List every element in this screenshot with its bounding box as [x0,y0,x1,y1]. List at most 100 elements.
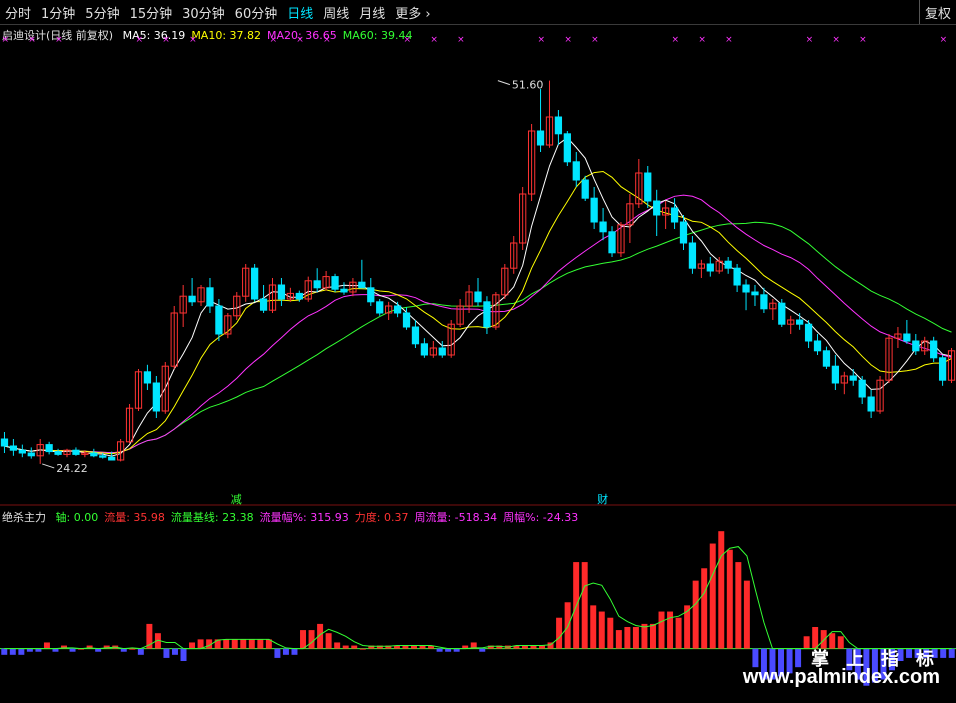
candle-body [27,452,35,457]
flow-bar [948,648,955,658]
candle-body [858,379,866,398]
tab-3[interactable]: 15分钟 [125,3,178,22]
signal-mark: × [457,35,465,45]
flow-bar [632,627,639,649]
flow-bar [675,617,682,649]
candle-body [367,287,375,303]
signal-mark: × [270,35,278,45]
flow-bar [752,648,759,668]
tab-5[interactable]: 60分钟 [230,3,283,22]
signal-mark: × [323,35,331,45]
annotation-arrow [497,80,511,86]
candle-body [599,221,607,233]
candle-body [90,452,98,457]
candle-body [831,365,840,384]
candle-body [393,305,402,314]
candle-body [9,445,18,451]
candle-body [670,207,679,223]
tab-7[interactable]: 周线 [318,3,354,22]
kline-chart[interactable]: 51.60 24.22 减 财 × × × × × × × × × × × × × × × × × × × × × × [0,25,956,703]
candle-body [822,350,831,367]
watermark-url: www.palmindex.com [742,666,940,688]
candle-body [402,312,411,328]
flow-bar [743,580,750,649]
annotation-arrow [42,463,55,469]
candle-body [331,276,339,290]
signal-mark: × [162,35,170,45]
signal-mark: × [135,35,143,45]
ma10-line [4,170,952,455]
tab-8[interactable]: 月线 [354,3,390,22]
candle-body [188,295,196,303]
candle-body [54,451,62,455]
flow-bar [334,642,341,649]
signal-mark: × [430,35,438,45]
signal-mark: × [940,35,948,45]
signal-mark: × [1,35,9,45]
flow-bar [351,645,358,649]
candle-body [277,284,286,300]
flow-bar [726,549,733,649]
tab-2[interactable]: 5分钟 [80,3,124,22]
candle-body [99,455,107,458]
candle-body [679,221,688,244]
flow-bar [137,648,144,655]
tab-6[interactable]: 日线 [282,3,318,22]
chart-marker: 财 [597,492,608,506]
flow-bar [282,648,289,655]
flow-bar [274,648,281,658]
candle-body [688,242,697,269]
candle-body [733,267,741,286]
tab-4[interactable]: 30分钟 [177,3,230,22]
candle-body [340,288,348,293]
flow-bar [342,645,349,649]
flow-bar [223,639,230,649]
candle-body [0,438,9,447]
flow-bar [581,562,588,649]
flow-bar [69,648,76,652]
flow-bar [308,630,315,649]
flow-bar [795,648,802,668]
flow-bar [521,645,528,649]
flow-bar [641,623,648,649]
candle-body [411,326,420,345]
candle-body [251,267,259,300]
candle-body [804,323,813,342]
candle-body [313,280,321,289]
candle-body [644,172,652,202]
flow-bar [291,648,298,655]
flow-bar [402,645,409,649]
signal-mark: × [538,35,546,45]
candle-body [376,301,384,314]
candle-body [938,357,947,381]
signal-mark: × [564,35,572,45]
flow-bar [240,639,247,649]
candle-body [152,382,160,412]
flow-bar [718,531,725,649]
candle-body [903,333,911,342]
candle-body [912,340,920,352]
candle-body [581,179,589,199]
candle-body [778,302,786,325]
flow-bar [479,648,486,652]
candle-body [536,130,545,146]
signal-mark: × [832,35,840,45]
candle-body [724,260,732,269]
more-button[interactable]: 更多 › [390,3,435,22]
flow-bar [803,636,810,649]
candle-body [813,340,822,352]
candle-body [45,444,53,453]
candle-body [18,449,26,454]
flow-bar [43,642,50,649]
flow-bar [735,562,742,649]
signal-mark: × [28,35,36,45]
signal-mark: × [806,35,814,45]
flow-bar [530,645,537,649]
tab-0[interactable]: 分时 [0,3,36,22]
period-toolbar: 分时 1分钟 5分钟 15分钟 30分钟 60分钟 日线 周线 月线 更多 › [0,0,956,25]
candle-body [590,197,598,223]
flow-bar [624,627,631,649]
tab-1[interactable]: 1分钟 [36,3,80,22]
fuquan-button[interactable]: 复权 [919,0,956,24]
flow-bar [419,645,426,649]
